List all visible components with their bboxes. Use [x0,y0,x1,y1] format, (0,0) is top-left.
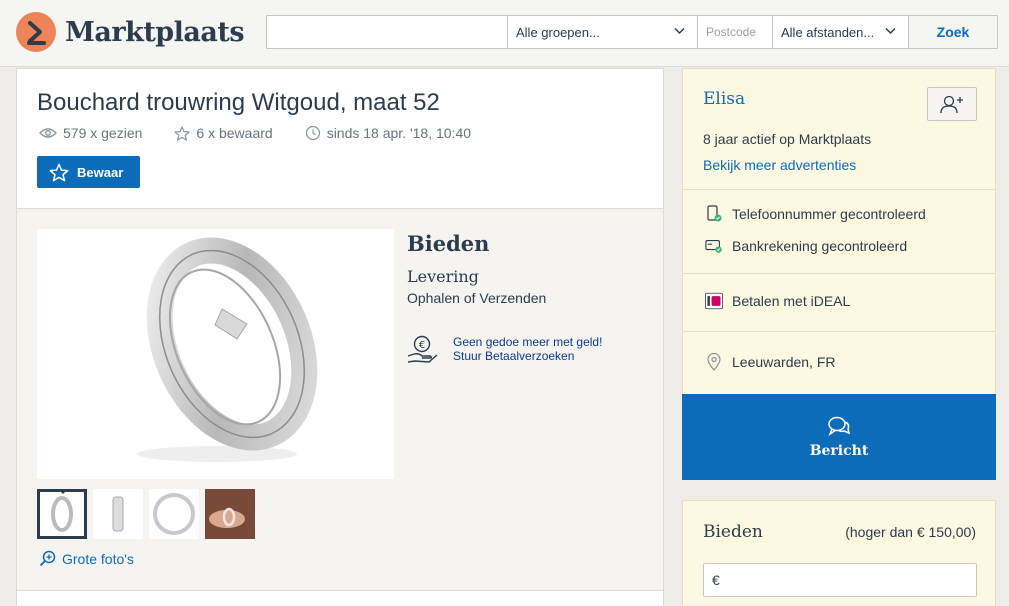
payment-request-promo[interactable]: € Geen gedoe meer met geld! Stuur Betaal… [407,335,602,365]
marktplaats-logo[interactable]: Marktplaats [16,12,245,52]
ring-thumbnail [153,493,195,535]
thumbnail-3[interactable] [149,489,199,539]
bank-card-verified-icon [705,240,722,253]
chevron-down-icon [885,27,896,35]
bid-title: Bieden [703,522,763,542]
divider [683,273,995,274]
delivery-heading: Levering [407,267,479,286]
chevron-down-icon [674,27,685,35]
ideal-payment: Betalen met iDEAL [705,291,850,311]
payment-request-icon: € [407,335,438,363]
bid-amount-field[interactable]: € [703,563,977,597]
date-stat: sinds 18 apr. '18, 10:40 [305,125,471,141]
views-count: 579 x gezien [63,125,143,141]
distance-select[interactable]: Alle afstanden... [773,16,909,48]
currency-symbol: € [712,572,720,588]
large-photos-link[interactable]: Grote foto's [39,550,134,567]
zoom-in-icon [39,550,56,567]
listing-title: Bouchard trouwring Witgoud, maat 52 [37,89,440,116]
thumbnail-4[interactable] [205,489,255,539]
ideal-label: Betalen met iDEAL [732,293,851,309]
message-seller-button[interactable]: Bericht [682,394,996,480]
groups-select-value: Alle groepen... [516,24,600,40]
follow-seller-button[interactable] [927,87,977,121]
location-label: Leeuwarden, FR [732,354,836,370]
saves-stat: 6 x bewaard [174,125,273,141]
seller-name[interactable]: Elisa [703,89,745,109]
bid-amount-input[interactable] [723,565,976,595]
delivery-value: Ophalen of Verzenden [407,290,547,306]
groups-select[interactable]: Alle groepen... [508,16,698,48]
star-icon [174,125,191,141]
bid-card: Bieden (hoger dan € 150,00) € [682,500,996,606]
save-button-label: Bewaar [77,164,124,180]
search-bar: Alle groepen... Alle afstanden... Zoek [266,15,998,49]
seller-card: Elisa 8 jaar actief op Marktplaats Bekij… [682,68,996,394]
views-stat: 579 x gezien [39,125,142,141]
add-user-icon [940,95,963,114]
saves-count: 6 x bewaard [196,125,273,141]
ring-on-hand-thumbnail [205,489,255,539]
payment-promo-line1: Geen gedoe meer met geld! [453,335,603,349]
ring-thumbnail [112,496,124,532]
payment-promo-line2: Stuur Betaalverzoeken [453,349,575,363]
large-photos-label: Grote foto's [62,550,134,567]
photo-thumbnails [37,489,261,539]
logo-icon [16,12,56,52]
thumbnail-1[interactable] [37,489,87,539]
phone-verified-icon [707,205,722,222]
divider [683,189,995,190]
phone-verified-label: Telefoonnummer gecontroleerd [732,206,926,222]
bank-verified: Bankrekening gecontroleerd [705,237,907,255]
thumbnail-2[interactable] [93,489,143,539]
seller-active-years: 8 jaar actief op Marktplaats [703,131,872,147]
divider [683,331,995,332]
search-input[interactable] [267,16,508,48]
star-icon [49,163,69,181]
clock-icon [305,125,320,141]
ideal-icon [705,292,723,310]
eye-icon [39,128,57,138]
more-ads-link[interactable]: Bekijk meer advertenties [703,157,856,173]
bank-verified-label: Bankrekening gecontroleerd [732,238,908,254]
message-button-label: Bericht [809,443,869,459]
distance-select-value: Alle afstanden... [781,24,875,40]
svg-text:€: € [419,340,425,351]
site-header: Marktplaats Alle groepen... Alle afstand… [0,0,1009,67]
logo-text: Marktplaats [65,16,245,48]
postcode-input[interactable] [698,16,773,48]
main-photo[interactable] [37,229,394,479]
listing-stats: 579 x gezien 6 x bewaard sinds 18 apr. '… [39,125,503,141]
seller-location: Leeuwarden, FR [705,353,836,371]
phone-verified: Telefoonnummer gecontroleerd [705,205,926,223]
save-button[interactable]: Bewaar [37,156,140,188]
listing-card: Bouchard trouwring Witgoud, maat 52 579 … [16,68,664,606]
listing-date: sinds 18 apr. '18, 10:40 [326,125,472,141]
ring-thumbnail [51,496,73,532]
search-button[interactable]: Zoek [909,16,997,48]
listing-content: Grote foto's Bieden Levering Ophalen of … [17,208,663,591]
price-type: Bieden [407,231,490,256]
bid-minimum: (hoger dan € 150,00) [845,524,976,540]
location-pin-icon [707,353,721,371]
chat-bubbles-icon [828,416,851,436]
ring-photo [137,237,318,462]
